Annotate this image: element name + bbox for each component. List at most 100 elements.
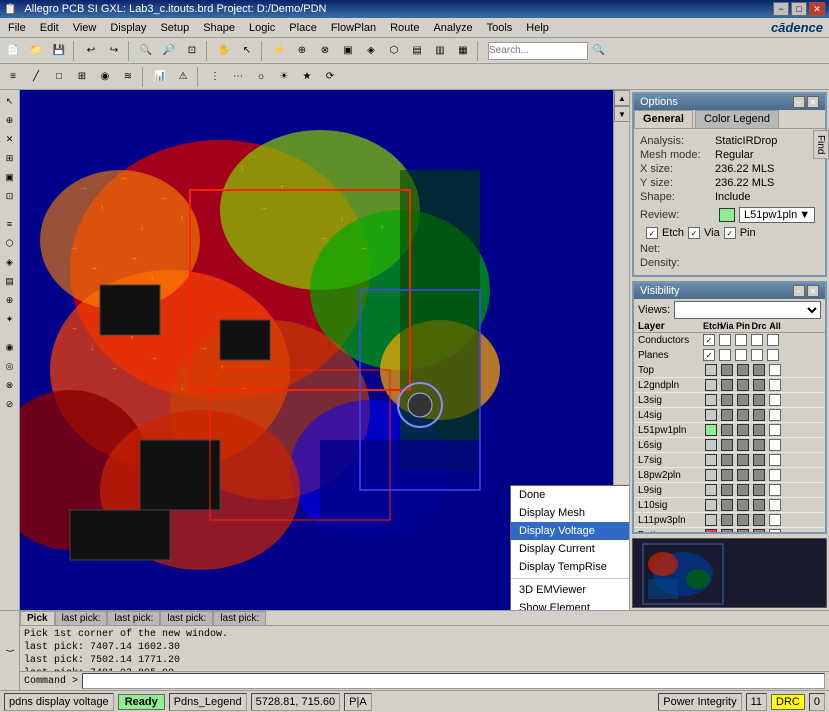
console-tab-last3[interactable]: last pick:: [160, 611, 213, 625]
console-tab-last2[interactable]: last pick:: [107, 611, 160, 625]
layer-drc-square[interactable]: [753, 394, 765, 406]
menu-flowplan[interactable]: FlowPlan: [325, 19, 382, 37]
planes-cb[interactable]: [703, 349, 715, 361]
menu-view[interactable]: View: [67, 19, 103, 37]
maximize-button[interactable]: □: [791, 2, 807, 16]
layer-etch-square[interactable]: [705, 454, 717, 466]
scroll-up-btn[interactable]: ▲: [614, 90, 629, 106]
menu-edit[interactable]: Edit: [34, 19, 65, 37]
layer-via-square[interactable]: [721, 439, 733, 451]
layer-all-cb[interactable]: [769, 499, 781, 511]
views-dropdown[interactable]: [674, 301, 821, 319]
lt-btn-15[interactable]: ⊗: [1, 376, 19, 394]
shape-btn[interactable]: □: [48, 66, 70, 88]
wire-btn[interactable]: ╱: [25, 66, 47, 88]
layer-via-square[interactable]: [721, 394, 733, 406]
conductors-cb[interactable]: [703, 334, 715, 346]
layer-via-square[interactable]: [721, 469, 733, 481]
layer-via-square[interactable]: [721, 454, 733, 466]
layer-etch-square[interactable]: [705, 424, 717, 436]
layer-via-square[interactable]: [721, 364, 733, 376]
layer-pin-square[interactable]: [737, 454, 749, 466]
lt-btn-6[interactable]: ⊡: [1, 187, 19, 205]
layer-pin-square[interactable]: [737, 529, 749, 532]
tool5-btn[interactable]: ◈: [360, 40, 382, 62]
layer-pin-square[interactable]: [737, 484, 749, 496]
menu-place[interactable]: Place: [283, 19, 323, 37]
layer-all-cb[interactable]: [769, 514, 781, 526]
planes-cb3[interactable]: [735, 349, 747, 361]
menu-shape[interactable]: Shape: [197, 19, 241, 37]
layer-drc-square[interactable]: [753, 379, 765, 391]
command-input[interactable]: [82, 673, 825, 689]
lt-btn-11[interactable]: ⊕: [1, 291, 19, 309]
layer-etch-square[interactable]: [705, 364, 717, 376]
console-tab-pick[interactable]: Pick: [20, 611, 55, 625]
layer-pin-square[interactable]: [737, 409, 749, 421]
lt-btn-12[interactable]: ✦: [1, 310, 19, 328]
extra2-btn[interactable]: ⋯: [227, 66, 249, 88]
layer-via-square[interactable]: [721, 424, 733, 436]
comp-btn[interactable]: ⊞: [71, 66, 93, 88]
lt-btn-3[interactable]: ✕: [1, 130, 19, 148]
layer-all-cb[interactable]: [769, 394, 781, 406]
search-btn[interactable]: 🔍: [588, 40, 610, 62]
layer-via-square[interactable]: [721, 484, 733, 496]
menu-logic[interactable]: Logic: [243, 19, 281, 37]
extra5-btn[interactable]: ★: [296, 66, 318, 88]
layer-drc-square[interactable]: [753, 439, 765, 451]
tool1-btn[interactable]: ⚡: [268, 40, 290, 62]
layer-drc-square[interactable]: [753, 424, 765, 436]
layer-pin-square[interactable]: [737, 394, 749, 406]
layer-drc-square[interactable]: [753, 454, 765, 466]
layer-pin-square[interactable]: [737, 469, 749, 481]
extra1-btn[interactable]: ⋮: [204, 66, 226, 88]
layer-drc-square[interactable]: [753, 409, 765, 421]
layer-via-square[interactable]: [721, 529, 733, 532]
ctx-display-current[interactable]: Display Current: [511, 540, 629, 558]
menu-help[interactable]: Help: [520, 19, 555, 37]
extra6-btn[interactable]: ⟳: [319, 66, 341, 88]
lt-btn-7[interactable]: ≡: [1, 215, 19, 233]
layer-all-cb[interactable]: [769, 529, 781, 532]
layer-etch-square[interactable]: [705, 439, 717, 451]
menu-analyze[interactable]: Analyze: [427, 19, 478, 37]
conductors-cb3[interactable]: [735, 334, 747, 346]
tool4-btn[interactable]: ▣: [337, 40, 359, 62]
layer-drc-square[interactable]: [753, 514, 765, 526]
tab-color-legend[interactable]: Color Legend: [695, 110, 779, 128]
tab-general[interactable]: General: [634, 110, 693, 128]
layer-pin-square[interactable]: [737, 514, 749, 526]
review-dropdown[interactable]: L51pw1pln ▼: [739, 207, 815, 223]
layer-all-cb[interactable]: [769, 454, 781, 466]
tool6-btn[interactable]: ⬡: [383, 40, 405, 62]
layer-drc-square[interactable]: [753, 484, 765, 496]
zoom-out-btn[interactable]: 🔎: [158, 40, 180, 62]
layer-via-square[interactable]: [721, 499, 733, 511]
layer-pin-square[interactable]: [737, 439, 749, 451]
lt-btn-2[interactable]: ⊕: [1, 111, 19, 129]
drc-btn[interactable]: ⚠: [172, 66, 194, 88]
etch-checkbox[interactable]: [646, 227, 658, 239]
zoom-in-btn[interactable]: 🔍: [135, 40, 157, 62]
tool2-btn[interactable]: ⊕: [291, 40, 313, 62]
select-btn[interactable]: ↖: [236, 40, 258, 62]
layer-drc-square[interactable]: [753, 499, 765, 511]
ctx-3d-emviewer[interactable]: 3D EMViewer: [511, 581, 629, 599]
canvas-area[interactable]: →↑→ ↓→↑ →↓→ ↑→→ ↓→↑ →↓→ ↑→↓ →↑→ ↓→↑ →↓: [20, 90, 629, 610]
undo-btn[interactable]: ↩: [80, 40, 102, 62]
layer-all-cb[interactable]: [769, 439, 781, 451]
conductors-cb4[interactable]: [751, 334, 763, 346]
lt-btn-9[interactable]: ◈: [1, 253, 19, 271]
layer-etch-square[interactable]: [705, 529, 717, 532]
visibility-close[interactable]: ✕: [807, 285, 819, 297]
via-checkbox[interactable]: [688, 227, 700, 239]
lt-btn-14[interactable]: ◎: [1, 357, 19, 375]
layer-via-square[interactable]: [721, 409, 733, 421]
pin-checkbox[interactable]: [724, 227, 736, 239]
layer-pin-square[interactable]: [737, 364, 749, 376]
lt-btn-10[interactable]: ▤: [1, 272, 19, 290]
menu-tools[interactable]: Tools: [481, 19, 519, 37]
menu-route[interactable]: Route: [384, 19, 425, 37]
layer-etch-square[interactable]: [705, 379, 717, 391]
